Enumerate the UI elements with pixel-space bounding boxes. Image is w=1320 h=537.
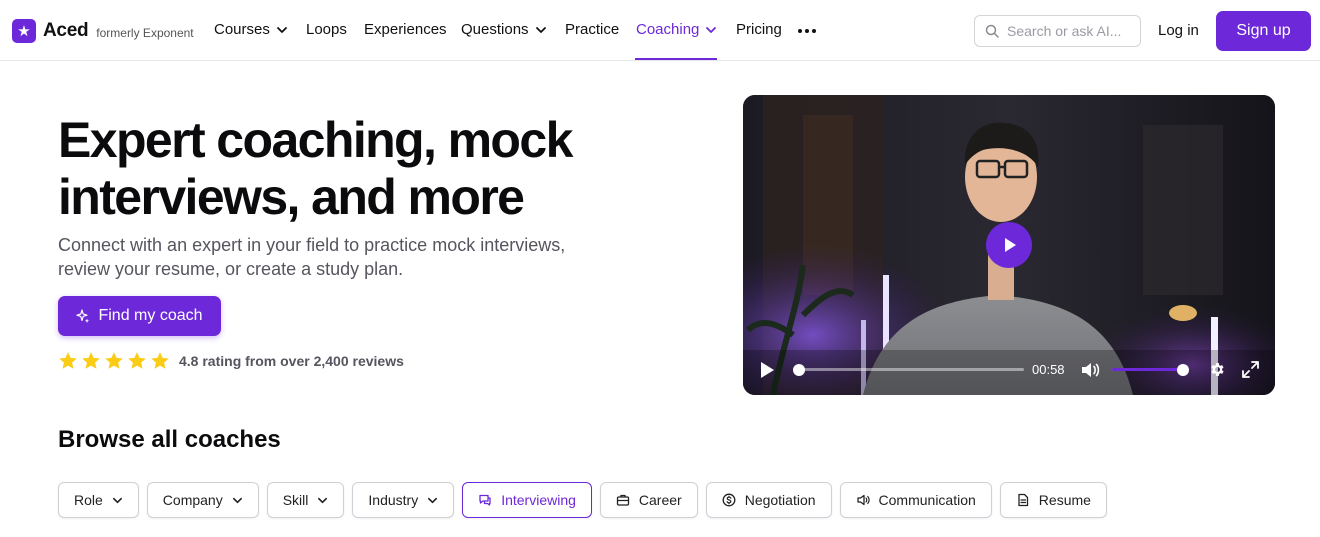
signup-button[interactable]: Sign up xyxy=(1216,11,1311,51)
nav-item-label: Questions xyxy=(461,21,529,38)
filter-tag-resume[interactable]: Resume xyxy=(999,482,1107,518)
nav-item-courses[interactable]: Courses xyxy=(214,21,288,38)
gear-icon[interactable] xyxy=(1209,361,1226,378)
star-icon xyxy=(128,352,146,369)
browse-coaches-heading: Browse all coaches xyxy=(58,426,281,453)
volume-icon[interactable] xyxy=(1080,361,1100,379)
nav-item-label: Pricing xyxy=(736,21,782,38)
filter-tag-career[interactable]: Career xyxy=(599,482,698,518)
nav-item-practice[interactable]: Practice xyxy=(565,21,619,38)
chat-icon xyxy=(479,494,491,506)
rating-row: 4.8 rating from over 2,400 reviews xyxy=(58,351,404,371)
progress-handle[interactable] xyxy=(793,363,805,376)
nav-item-label: Practice xyxy=(565,21,620,38)
fullscreen-icon[interactable] xyxy=(1242,361,1259,378)
star-icon xyxy=(59,352,77,369)
login-link[interactable]: Log in xyxy=(1158,22,1199,39)
nav-item-label: Experiences xyxy=(364,21,447,38)
filter-label: Communication xyxy=(878,492,976,508)
filter-company-dropdown[interactable]: Company xyxy=(146,482,259,518)
filter-industry-dropdown[interactable]: Industry xyxy=(352,482,455,518)
play-overlay-button[interactable] xyxy=(986,222,1032,268)
filter-label: Interviewing xyxy=(501,492,576,508)
cta-label: Find my coach xyxy=(98,307,203,324)
nav-item-label: Coaching xyxy=(636,21,700,38)
brand-tagline: formerly Exponent xyxy=(96,26,194,40)
filter-bar: Role Company Skill Industry Interviewing… xyxy=(58,482,1107,518)
filter-label: Career xyxy=(638,492,682,508)
nav-item-label: Courses xyxy=(214,21,270,38)
chevron-down-icon xyxy=(535,26,546,33)
chevron-down-icon xyxy=(706,26,717,33)
star-icon xyxy=(82,352,100,369)
chevron-down-icon xyxy=(232,497,242,503)
sparkle-icon xyxy=(76,309,90,323)
filter-role-dropdown[interactable]: Role xyxy=(58,482,139,518)
play-icon xyxy=(1005,238,1016,252)
filter-label: Resume xyxy=(1038,492,1091,508)
filter-skill-dropdown[interactable]: Skill xyxy=(266,482,345,518)
dollar-icon xyxy=(722,493,736,507)
nav-item-loops[interactable]: Loops xyxy=(306,21,347,38)
nav-item-questions[interactable]: Questions xyxy=(461,21,547,38)
hero-title-line: Expert coaching, mock xyxy=(58,112,573,168)
brand-logo[interactable]: ★ Aced formerly Exponent xyxy=(12,19,194,43)
document-icon xyxy=(1018,493,1028,507)
star-icon xyxy=(151,352,169,369)
filter-label: Role xyxy=(74,492,103,508)
filter-tag-negotiation[interactable]: Negotiation xyxy=(705,482,832,518)
filter-label: Company xyxy=(162,492,223,508)
hero-subtitle-line: review your resume, or create a study pl… xyxy=(58,259,404,279)
volume-slider[interactable] xyxy=(1112,363,1189,376)
nav-item-experiences[interactable]: Experiences xyxy=(364,21,447,38)
filter-tag-communication[interactable]: Communication xyxy=(839,482,992,518)
search-icon xyxy=(985,24,999,38)
chevron-down-icon xyxy=(428,497,438,503)
video-progress-bar[interactable] xyxy=(793,363,1024,376)
briefcase-icon xyxy=(616,494,630,506)
hero-subtitle: Connect with an expert in your field to … xyxy=(58,233,658,281)
star-icon xyxy=(105,352,123,369)
chevron-down-icon xyxy=(318,497,328,503)
filter-tag-interviewing[interactable]: Interviewing xyxy=(462,482,592,518)
chevron-down-icon xyxy=(112,497,122,503)
rating-text: 4.8 rating from over 2,400 reviews xyxy=(179,353,404,369)
video-time: 00:58 xyxy=(1032,362,1065,377)
brand-name: Aced xyxy=(43,20,89,41)
nav-item-pricing[interactable]: Pricing xyxy=(736,21,782,38)
filter-label: Skill xyxy=(282,492,309,508)
search-box[interactable] xyxy=(974,15,1141,47)
more-menu-icon[interactable] xyxy=(798,29,816,33)
hero-subtitle-line: Connect with an expert in your field to … xyxy=(58,235,566,255)
top-navbar: ★ Aced formerly Exponent Courses Loops E… xyxy=(0,0,1320,61)
filter-label: Negotiation xyxy=(744,492,816,508)
nav-item-coaching[interactable]: Coaching xyxy=(636,21,717,38)
play-icon[interactable] xyxy=(759,361,775,379)
chevron-down-icon xyxy=(276,26,287,33)
volume-handle[interactable] xyxy=(1177,363,1189,376)
hero-title-line: interviews, and more xyxy=(58,169,525,225)
rating-stars xyxy=(58,351,170,371)
hero-title: Expert coaching, mock interviews, and mo… xyxy=(58,112,678,226)
speaker-icon xyxy=(856,494,870,506)
filter-label: Industry xyxy=(368,492,419,508)
nav-item-label: Loops xyxy=(306,21,347,38)
search-input[interactable] xyxy=(1007,23,1137,39)
star-icon: ★ xyxy=(12,19,36,43)
active-nav-indicator xyxy=(635,58,717,60)
find-my-coach-button[interactable]: Find my coach xyxy=(58,296,221,336)
